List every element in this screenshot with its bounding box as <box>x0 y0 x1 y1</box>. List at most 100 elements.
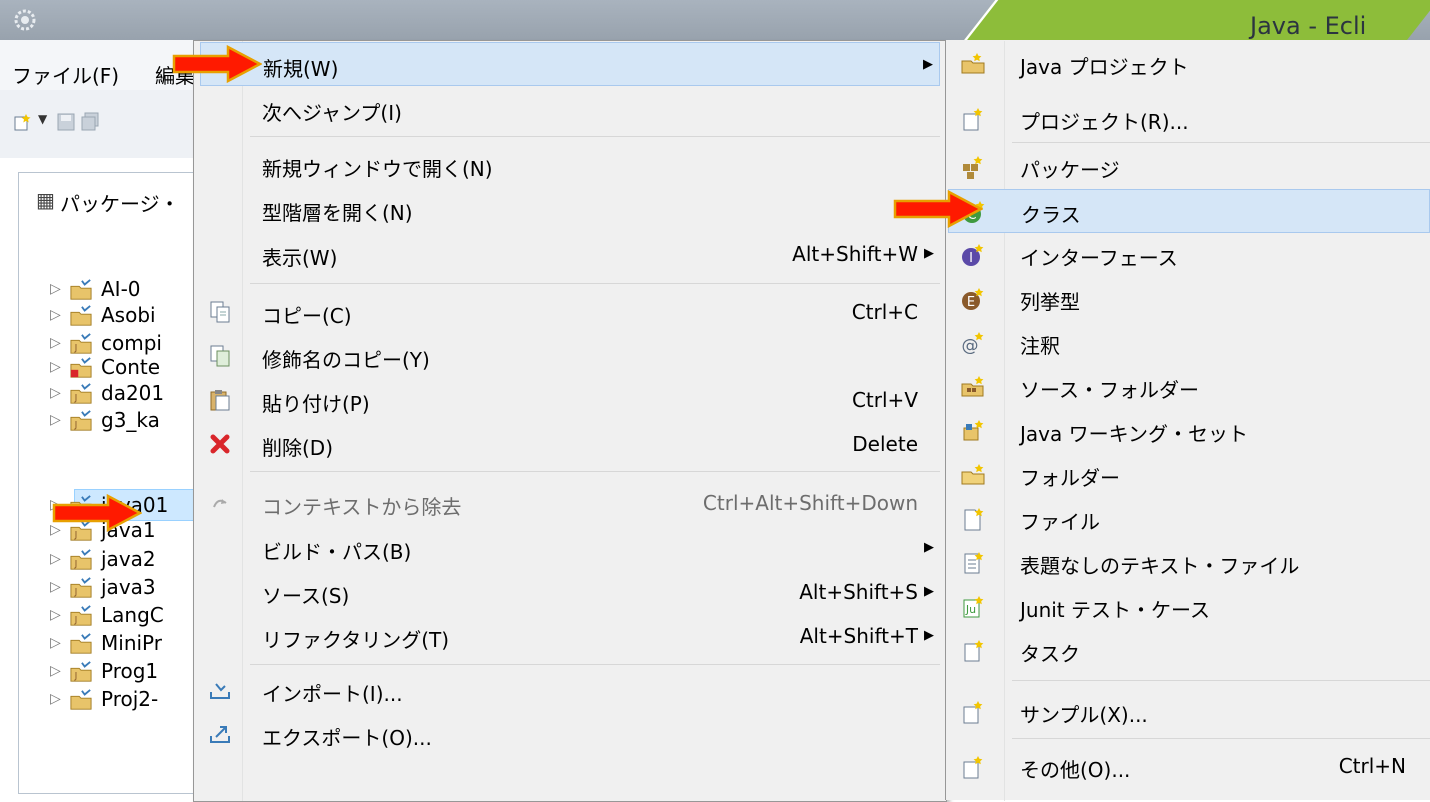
menu-item-open-type-hierarchy[interactable]: 型階層を開く(N) F4 <box>200 187 940 231</box>
menu-item-shortcut: Alt+Shift+T <box>799 624 918 648</box>
delete-icon <box>210 434 230 454</box>
submenu-item-project[interactable]: プロジェクト(R)... <box>948 97 1430 141</box>
junit-test-case-icon: Ju <box>963 596 984 618</box>
submenu-arrow-icon: ▶ <box>924 628 934 643</box>
import-icon <box>210 683 230 699</box>
expand-toggle-icon[interactable]: ▷ <box>50 307 61 323</box>
expand-toggle-icon[interactable]: ▷ <box>50 663 61 679</box>
submenu-item-other[interactable]: その他(O)... Ctrl+N <box>948 745 1430 789</box>
svg-text:J: J <box>74 342 78 353</box>
java-project-error-icon <box>70 357 92 378</box>
working-set-icon <box>963 420 984 441</box>
menu-item-label: 型階層を開く(N) <box>262 201 413 225</box>
submenu-item-file[interactable]: ファイル <box>948 497 1430 541</box>
menu-item-show-in[interactable]: 表示(W) Alt+Shift+W ▶ <box>200 232 940 276</box>
menu-separator <box>250 471 940 472</box>
menu-item-export[interactable]: エクスポート(O)... <box>200 712 940 756</box>
red-arrow-annotation <box>893 190 983 228</box>
save-all-icon[interactable] <box>80 112 100 132</box>
submenu-item-label: プロジェクト(R)... <box>1020 110 1189 134</box>
menu-item-copy-qualified-name[interactable]: 修飾名のコピー(Y) <box>200 334 940 378</box>
menu-item-import[interactable]: インポート(I)... <box>200 668 940 712</box>
menu-item-label: コピー(C) <box>262 304 352 328</box>
file-icon <box>964 508 984 531</box>
expand-toggle-icon[interactable]: ▷ <box>50 281 61 297</box>
package-explorer-icon: ▦ <box>36 188 55 212</box>
submenu-item-untitled-text-file[interactable]: 表題なしのテキスト・ファイル <box>948 541 1430 585</box>
menu-item-new[interactable]: 新規(W) ▶ <box>200 42 940 86</box>
expand-toggle-icon[interactable]: ▷ <box>50 359 61 375</box>
enum-icon: E <box>962 288 984 310</box>
submenu-item-label: パッケージ <box>1020 158 1120 182</box>
menu-item-paste[interactable]: 貼り付け(P) Ctrl+V <box>200 378 940 422</box>
menu-item-label: リファクタリング(T) <box>262 628 450 652</box>
explorer-tab-title: パッケージ・ <box>60 192 180 216</box>
menu-item-delete[interactable]: 削除(D) Delete <box>200 422 940 466</box>
tree-item-label: Asobi <box>101 303 156 327</box>
tree-item-label: AI-0 <box>101 277 141 301</box>
submenu-item-java-project[interactable]: Java プロジェクト <box>948 42 1430 86</box>
expand-toggle-icon[interactable]: ▷ <box>50 635 61 651</box>
expand-toggle-icon[interactable]: ▷ <box>50 412 61 428</box>
new-dropdown-icon[interactable]: ▼ <box>38 112 47 126</box>
expand-toggle-icon[interactable]: ▷ <box>50 551 61 567</box>
tree-item-label: Prog1 <box>101 659 159 683</box>
java-project-icon: J <box>70 549 92 570</box>
svg-text:E: E <box>967 295 975 310</box>
expand-toggle-icon[interactable]: ▷ <box>50 385 61 401</box>
submenu-item-label: その他(O)... <box>1020 758 1131 782</box>
menu-item-shortcut: Ctrl+V <box>851 388 918 412</box>
menu-file[interactable]: ファイル(F) <box>12 60 119 89</box>
expand-toggle-icon[interactable]: ▷ <box>50 607 61 623</box>
menu-item-open-new-window[interactable]: 新規ウィンドウで開く(N) <box>200 143 940 187</box>
svg-text:@: @ <box>962 336 979 356</box>
menu-item-label: ビルド・パス(B) <box>262 540 412 564</box>
submenu-item-label: ソース・フォルダー <box>1020 378 1199 402</box>
red-arrow-annotation <box>52 494 142 532</box>
menu-item-label: ソース(S) <box>262 584 350 608</box>
submenu-item-annotation[interactable]: @ 注釈 <box>948 321 1430 365</box>
submenu-item-label: Java プロジェクト <box>1020 55 1189 79</box>
submenu-item-package[interactable]: パッケージ <box>948 145 1430 189</box>
menu-item-source[interactable]: ソース(S) Alt+Shift+S ▶ <box>200 570 940 614</box>
menu-item-label: 貼り付け(P) <box>262 392 370 416</box>
submenu-item-class[interactable]: C クラス <box>948 189 1430 233</box>
expand-toggle-icon[interactable]: ▷ <box>50 335 61 351</box>
submenu-arrow-icon: ▶ <box>924 540 934 555</box>
submenu-item-label: ファイル <box>1020 510 1100 534</box>
svg-text:J: J <box>74 419 78 430</box>
submenu-arrow-icon: ▶ <box>924 584 934 599</box>
menu-item-go-into[interactable]: 次へジャンプ(I) <box>200 87 940 131</box>
expand-toggle-icon[interactable]: ▷ <box>50 691 61 707</box>
tree-item-label: compi <box>101 331 162 355</box>
svg-text:J: J <box>74 392 78 403</box>
java-project-icon: J <box>70 661 92 682</box>
expand-toggle-icon[interactable]: ▷ <box>50 579 61 595</box>
submenu-item-junit-test-case[interactable]: Ju Junit テスト・ケース <box>948 585 1430 629</box>
menu-item-remove-from-context[interactable]: コンテキストから除去 Ctrl+Alt+Shift+Down <box>200 481 940 525</box>
menu-item-label: 次へジャンプ(I) <box>262 101 402 125</box>
folder-icon <box>961 464 985 485</box>
tree-item-label: java3 <box>101 575 156 599</box>
submenu-item-label: 注釈 <box>1020 334 1060 358</box>
new-wizard-icon[interactable] <box>12 112 32 132</box>
menu-item-build-path[interactable]: ビルド・パス(B) ▶ <box>200 526 940 570</box>
submenu-item-enum[interactable]: E 列挙型 <box>948 277 1430 321</box>
save-icon[interactable] <box>56 112 76 132</box>
submenu-item-example[interactable]: サンプル(X)... <box>948 690 1430 734</box>
menu-item-shortcut: Alt+Shift+S <box>799 580 918 604</box>
submenu-item-label: タスク <box>1020 642 1080 666</box>
package-icon <box>963 156 983 179</box>
submenu-item-source-folder[interactable]: ソース・フォルダー <box>948 365 1430 409</box>
menu-item-label: 新規ウィンドウで開く(N) <box>262 157 493 181</box>
submenu-item-folder[interactable]: フォルダー <box>948 453 1430 497</box>
submenu-item-label: Java ワーキング・セット <box>1020 422 1249 446</box>
submenu-item-java-working-set[interactable]: Java ワーキング・セット <box>948 409 1430 453</box>
submenu-item-interface[interactable]: I インターフェース <box>948 233 1430 277</box>
tree-item-label: Conte <box>101 355 161 379</box>
menu-item-refactor[interactable]: リファクタリング(T) Alt+Shift+T ▶ <box>200 614 940 658</box>
svg-text:J: J <box>74 670 78 681</box>
submenu-item-task[interactable]: タスク <box>948 629 1430 673</box>
menu-item-copy[interactable]: コピー(C) Ctrl+C <box>200 290 940 334</box>
menu-item-shortcut: Alt+Shift+W <box>792 242 918 266</box>
